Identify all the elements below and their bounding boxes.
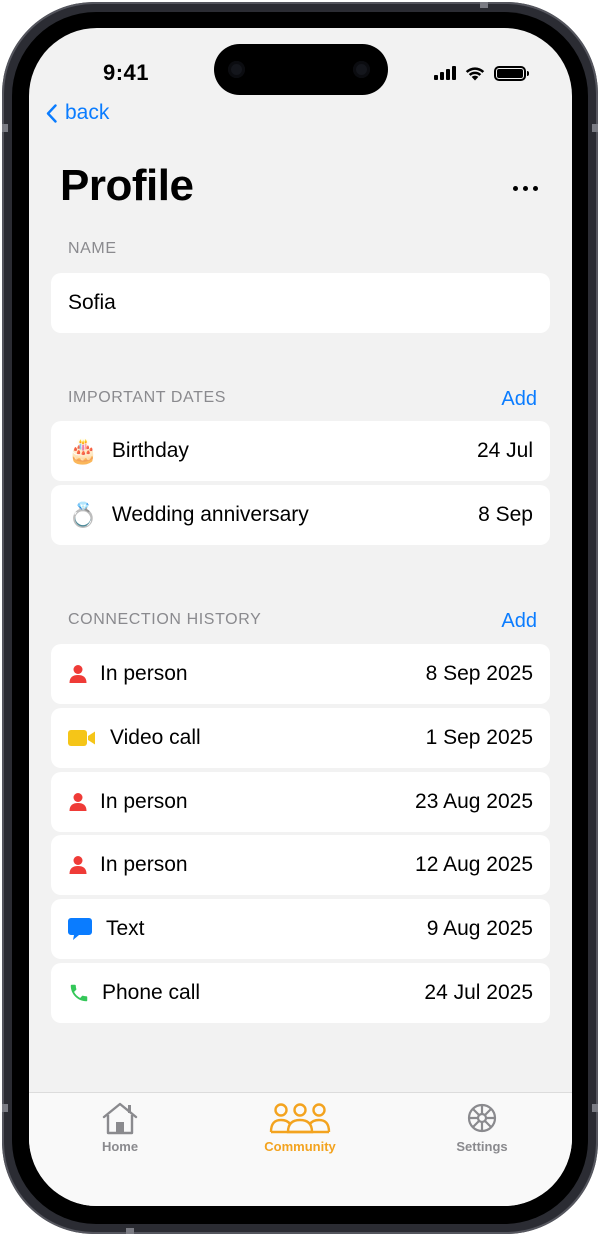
connection-type: In person [100, 790, 188, 813]
wifi-icon [465, 67, 485, 81]
status-time: 9:41 [103, 60, 150, 85]
connection-type: Text [106, 917, 145, 940]
cellular-signal-icon [434, 66, 456, 80]
birthday-cake-icon: 🎂 [68, 437, 98, 465]
connection-type: In person [100, 853, 188, 876]
back-button[interactable]: back [46, 101, 109, 125]
person-icon [68, 855, 88, 875]
frame-notch [592, 1104, 598, 1112]
frame-notch [2, 1104, 8, 1112]
table-row[interactable]: In person 12 Aug 2025 [51, 835, 550, 895]
name-field[interactable]: Sofia [51, 273, 550, 333]
table-row[interactable]: In person 8 Sep 2025 [51, 644, 550, 704]
app-screen: 9:41 back Profile NAME Sofia IMPORTANT D… [29, 28, 572, 1206]
tab-settings-label: Settings [456, 1139, 508, 1154]
date-label: Wedding anniversary [111, 503, 309, 526]
frame-notch [480, 2, 488, 8]
sensor-icon [228, 61, 245, 78]
connection-date: 23 Aug 2025 [415, 790, 533, 813]
date-label: Birthday [111, 439, 189, 462]
camera-icon [353, 61, 370, 78]
frame-notch [126, 1228, 134, 1234]
table-row[interactable]: In person 23 Aug 2025 [51, 772, 550, 832]
connection-type: Video call [110, 726, 201, 749]
back-label: back [65, 101, 110, 124]
video-camera-icon [68, 729, 96, 747]
frame-notch [2, 124, 8, 132]
date-value: 8 Sep [478, 503, 533, 526]
person-icon [68, 664, 88, 684]
tab-bar: Home Community Settings [29, 1092, 572, 1206]
list-item[interactable]: 💍 Wedding anniversary 8 Sep [51, 485, 550, 545]
message-bubble-icon [68, 918, 92, 940]
tab-community[interactable]: Community [230, 1101, 370, 1154]
connection-date: 9 Aug 2025 [426, 917, 533, 940]
tab-home[interactable]: Home [50, 1101, 190, 1154]
phone-icon [68, 982, 90, 1004]
table-row[interactable]: Text 9 Aug 2025 [51, 899, 550, 959]
name-value: Sofia [68, 291, 116, 314]
important-dates-label: IMPORTANT DATES [68, 389, 227, 406]
battery-icon [494, 65, 529, 81]
tab-home-label: Home [101, 1139, 139, 1154]
name-section-label: NAME [68, 240, 117, 257]
connection-date: 1 Sep 2025 [425, 726, 533, 749]
list-item[interactable]: 🎂 Birthday 24 Jul [51, 421, 550, 481]
ellipsis-icon [513, 186, 518, 191]
tab-settings[interactable]: Settings [412, 1101, 552, 1154]
gear-icon [467, 1103, 497, 1133]
status-icons [434, 64, 529, 82]
more-options-button[interactable] [513, 186, 538, 191]
connection-type: Phone call [102, 981, 201, 1004]
date-value: 24 Jul [476, 439, 533, 462]
community-people-icon [269, 1103, 331, 1134]
connection-date: 24 Jul 2025 [424, 981, 533, 1004]
home-icon [102, 1102, 138, 1135]
page-title: Profile [60, 161, 194, 210]
add-connection-button[interactable]: Add [501, 610, 537, 633]
connection-type: In person [100, 662, 188, 685]
frame-notch [592, 124, 598, 132]
add-date-button[interactable]: Add [501, 388, 537, 411]
connection-date: 8 Sep 2025 [425, 662, 533, 685]
table-row[interactable]: Phone call 24 Jul 2025 [51, 963, 550, 1023]
ring-icon: 💍 [68, 501, 98, 529]
chevron-left-icon [46, 103, 57, 123]
table-row[interactable]: Video call 1 Sep 2025 [51, 708, 550, 768]
connection-history-label: CONNECTION HISTORY [68, 611, 262, 628]
dynamic-island [214, 44, 388, 95]
tab-community-label: Community [264, 1139, 336, 1154]
person-icon [68, 792, 88, 812]
connection-date: 12 Aug 2025 [415, 853, 533, 876]
